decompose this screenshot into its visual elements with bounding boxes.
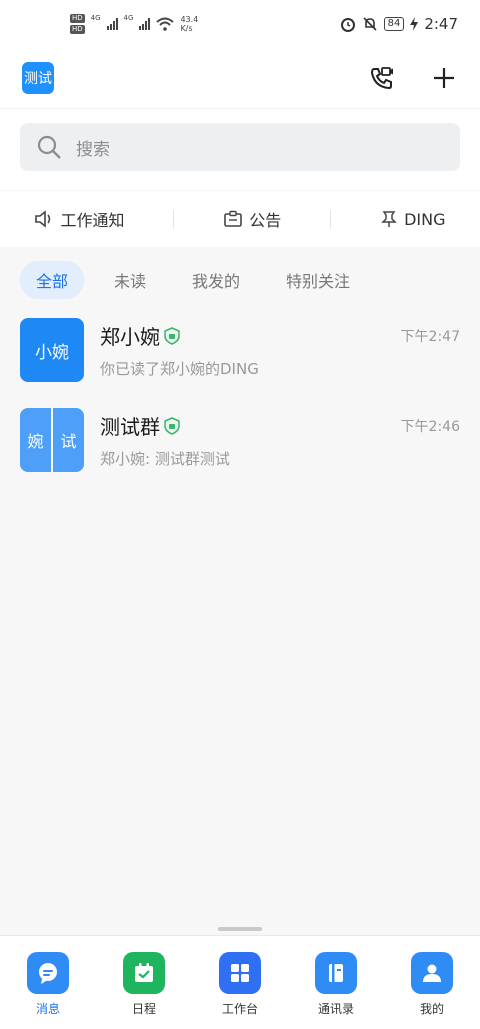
hd-indicators: HD HD [70, 14, 85, 34]
hd-badge-2: HD [70, 25, 85, 34]
work-notice-label: 工作通知 [60, 211, 125, 230]
status-right: 84 2:47 [340, 15, 458, 33]
mute-bell-icon [363, 17, 377, 31]
avatar: 小婉 [20, 318, 84, 382]
status-left: HD HD 4G 4G 43.4 K/s [70, 14, 198, 34]
phone-call-button[interactable] [368, 64, 396, 92]
conversation-name: 郑小婉 [100, 325, 160, 349]
app-screen: HD HD 4G 4G 43.4 K/s 84 2:47 测试 搜索 工作通知 … [0, 0, 480, 1029]
announcement-icon [224, 210, 243, 227]
chat-icon [27, 952, 69, 994]
conversation-body: 郑小婉 下午2:47 你已读了郑小婉的DING [100, 321, 460, 379]
status-bar: HD HD 4G 4G 43.4 K/s 84 2:47 [0, 0, 480, 48]
tab-all[interactable]: 全部 [20, 261, 85, 299]
divider [330, 210, 332, 228]
profile-icon [411, 952, 453, 994]
plus-icon [434, 68, 454, 88]
conversation-preview: 郑小婉: 测试群测试 [100, 450, 230, 468]
clock: 2:47 [424, 15, 458, 33]
conversation-time: 下午2:47 [400, 328, 460, 345]
verified-shield-icon [164, 326, 180, 345]
wifi-icon [156, 17, 175, 31]
hd-badge-1: HD [70, 14, 85, 23]
search-placeholder: 搜索 [76, 139, 110, 160]
nav-workbench[interactable]: 工作台 [200, 952, 280, 1017]
nav-label: 消息 [35, 1002, 60, 1016]
tab-sent-by-me[interactable]: 我发的 [176, 261, 256, 299]
conversation-name: 测试群 [100, 415, 160, 439]
add-button[interactable] [430, 64, 458, 92]
network-type-2: 4G [123, 14, 134, 22]
divider [173, 210, 175, 228]
speaker-icon [35, 210, 51, 228]
nav-label: 我的 [419, 1002, 444, 1016]
signal-icon-2 [139, 18, 151, 30]
conversation-time: 下午2:46 [400, 418, 460, 435]
group-avatar: 婉 试 [20, 408, 84, 472]
ding-button[interactable]: DING [380, 209, 446, 229]
alarm-icon [340, 18, 355, 32]
signal-icon [106, 18, 118, 30]
speed-value: 43.4 [180, 15, 199, 24]
bottom-sheet-handle[interactable] [218, 927, 262, 931]
work-notice-button[interactable]: 工作通知 [34, 207, 124, 231]
group-avatar-left: 婉 [20, 408, 53, 472]
conversation-preview: 你已读了郑小婉的DING [100, 360, 259, 378]
speed-unit: K/s [180, 24, 193, 33]
nav-messages[interactable]: 消息 [8, 952, 88, 1017]
conversation-name-wrap: 测试群 [100, 411, 180, 440]
conversation-item[interactable]: 小婉 郑小婉 下午2:47 你已读了郑小婉的DING [0, 305, 480, 395]
bottom-nav: 消息 日程 工作台 通讯录 我的 [0, 935, 480, 1029]
calendar-icon [123, 952, 165, 994]
phone-video-icon [370, 67, 393, 90]
conversation-body: 测试群 下午2:46 郑小婉: 测试群测试 [100, 411, 460, 469]
network-type-1: 4G [90, 14, 101, 22]
nav-calendar[interactable]: 日程 [104, 952, 184, 1017]
announcement-button[interactable]: 公告 [223, 207, 281, 231]
conversation-name-wrap: 郑小婉 [100, 321, 180, 350]
network-speed: 43.4 K/s [180, 15, 198, 33]
grid-icon [219, 952, 261, 994]
tab-starred[interactable]: 特别关注 [270, 261, 366, 299]
announcement-label: 公告 [249, 211, 282, 230]
nav-profile[interactable]: 我的 [392, 952, 472, 1017]
nav-label: 工作台 [221, 1002, 258, 1016]
quick-actions-bar: 工作通知 公告 DING [0, 191, 480, 247]
verified-shield-icon [164, 416, 180, 435]
conversation-item[interactable]: 婉 试 测试群 下午2:46 郑小婉: 测试群测试 [0, 395, 480, 485]
app-header: 测试 [0, 48, 480, 108]
conversation-list-area: 全部 未读 我发的 特别关注 小婉 郑小婉 下午2:47 你已读了郑小婉的DIN… [0, 255, 480, 935]
tab-unread[interactable]: 未读 [98, 261, 162, 299]
header-actions [368, 64, 458, 92]
filter-tabs: 全部 未读 我发的 特别关注 [0, 255, 480, 305]
contacts-icon [315, 952, 357, 994]
conversation-top: 郑小婉 下午2:47 [100, 321, 460, 350]
org-switcher-logo[interactable]: 测试 [22, 62, 54, 94]
nav-contacts[interactable]: 通讯录 [296, 952, 376, 1017]
search-section: 搜索 [0, 108, 480, 190]
search-input[interactable]: 搜索 [20, 123, 460, 171]
nav-label: 日程 [131, 1002, 156, 1016]
ding-label: DING [404, 209, 446, 229]
charging-icon [410, 17, 419, 31]
search-icon [37, 135, 61, 159]
pin-icon [381, 211, 397, 227]
conversation-top: 测试群 下午2:46 [100, 411, 460, 440]
group-avatar-right: 试 [60, 432, 77, 451]
nav-label: 通讯录 [317, 1002, 354, 1016]
battery-level: 84 [383, 17, 405, 31]
